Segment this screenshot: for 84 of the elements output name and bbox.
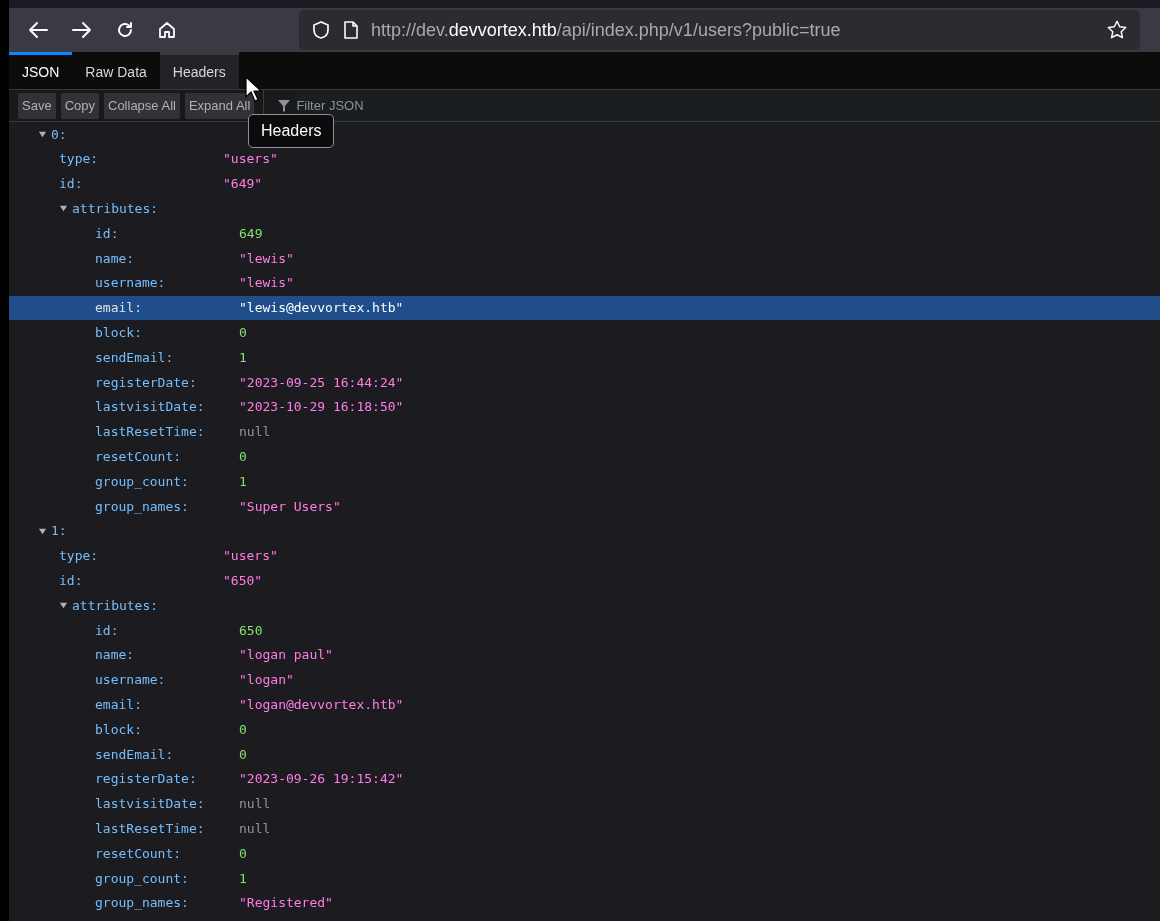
- json-value: "Registered": [239, 894, 333, 913]
- json-key[interactable]: lastvisitDate:: [95, 397, 239, 417]
- json-key[interactable]: sendEmail:: [95, 744, 239, 765]
- json-key[interactable]: lastvisitDate:: [95, 794, 239, 814]
- json-key[interactable]: lastResetTime:: [95, 422, 239, 442]
- json-key[interactable]: type:: [59, 546, 223, 566]
- mouse-pointer-icon: [245, 76, 263, 102]
- funnel-icon: [278, 99, 291, 112]
- json-value: 650: [239, 621, 263, 640]
- json-value: "lewis": [239, 274, 294, 293]
- json-value: null: [239, 423, 271, 442]
- caret-icon[interactable]: [38, 526, 47, 536]
- json-key[interactable]: group_count:: [95, 868, 239, 889]
- tab[interactable]: Headers: [159, 52, 239, 89]
- json-value: 0: [239, 720, 247, 739]
- json-key[interactable]: name:: [95, 645, 239, 665]
- home-icon[interactable]: [157, 20, 177, 40]
- json-value: 0: [239, 324, 247, 342]
- json-value: "650": [223, 572, 263, 590]
- json-key[interactable]: username:: [95, 670, 239, 690]
- json-value: 0: [239, 745, 247, 764]
- tooltip: Headers: [248, 114, 335, 148]
- json-value: 1: [239, 348, 247, 367]
- json-value: "logan@devvortex.htb": [239, 695, 404, 714]
- json-key[interactable]: name:: [95, 248, 239, 269]
- json-key[interactable]: registerDate:: [95, 372, 239, 393]
- json-value: "649": [223, 175, 263, 194]
- json-value: null: [239, 795, 271, 814]
- json-key[interactable]: resetCount:: [95, 447, 239, 467]
- json-value: 1: [239, 869, 247, 888]
- json-value: "lewis@devvortex.htb": [239, 299, 404, 318]
- json-key[interactable]: username:: [95, 273, 239, 293]
- caret-icon[interactable]: [59, 204, 68, 214]
- json-key[interactable]: block:: [95, 719, 239, 740]
- json-key[interactable]: registerDate:: [95, 769, 239, 789]
- json-key[interactable]: id:: [95, 620, 239, 641]
- reload-icon[interactable]: [115, 20, 135, 40]
- json-value: 0: [239, 844, 247, 863]
- json-value: "2023-10-29 16:18:50": [239, 398, 404, 417]
- json-key[interactable]: type:: [59, 149, 223, 169]
- json-value: "users": [223, 547, 278, 566]
- json-key[interactable]: group_count:: [95, 471, 239, 492]
- json-key[interactable]: block:: [95, 323, 239, 343]
- json-key[interactable]: group_names:: [95, 496, 239, 517]
- json-key[interactable]: id:: [59, 571, 223, 591]
- page-icon: [343, 21, 359, 39]
- back-arrow-icon[interactable]: [27, 21, 49, 39]
- toolbar-button[interactable]: Collapse All: [104, 92, 180, 119]
- url-text: http://dev.devvortex.htb/api/index.php/v1/users?public=true: [371, 18, 842, 42]
- json-key[interactable]: attributes:: [72, 595, 159, 616]
- caret-icon[interactable]: [59, 601, 68, 611]
- filter-field[interactable]: Filter JSON: [296, 90, 1160, 121]
- json-value: "logan": [239, 671, 294, 690]
- json-value: "2023-09-26 19:15:42": [239, 770, 404, 789]
- json-value: "users": [223, 150, 278, 169]
- toolbar-button[interactable]: Copy: [60, 92, 99, 119]
- json-value: 1: [239, 472, 247, 491]
- json-key[interactable]: attributes:: [72, 199, 159, 219]
- json-key[interactable]: group_names:: [95, 893, 239, 913]
- json-value: "lewis": [239, 249, 294, 268]
- json-key[interactable]: 0:: [51, 124, 67, 145]
- json-key[interactable]: resetCount:: [95, 843, 239, 864]
- json-value: "logan paul": [239, 646, 333, 665]
- json-key[interactable]: id:: [95, 223, 239, 244]
- toolbar-button[interactable]: Expand All: [184, 92, 255, 119]
- selected-row[interactable]: email: "lewis@devvortex.htb": [9, 295, 1160, 321]
- forward-arrow-icon[interactable]: [71, 21, 93, 39]
- shield-icon[interactable]: [311, 20, 331, 40]
- json-value: "2023-09-25 16:44:24": [239, 373, 404, 392]
- json-value: "Super Users": [239, 497, 341, 516]
- tab[interactable]: Raw Data: [72, 52, 160, 89]
- star-icon[interactable]: [1106, 19, 1128, 41]
- json-key[interactable]: id:: [59, 174, 223, 194]
- json-key[interactable]: sendEmail:: [95, 347, 239, 368]
- json-key[interactable]: 1:: [51, 521, 67, 541]
- address-bar[interactable]: http://dev.devvortex.htb/api/index.php/v1/users?public=true: [299, 10, 1140, 50]
- json-key[interactable]: lastResetTime:: [95, 818, 239, 839]
- toolbar-button[interactable]: Save: [18, 92, 56, 119]
- json-value: 0: [239, 448, 247, 466]
- caret-icon[interactable]: [38, 129, 47, 139]
- json-key[interactable]: email:: [95, 298, 239, 318]
- json-key[interactable]: email:: [95, 694, 239, 715]
- json-value: 649: [239, 224, 263, 243]
- json-value: null: [239, 819, 271, 838]
